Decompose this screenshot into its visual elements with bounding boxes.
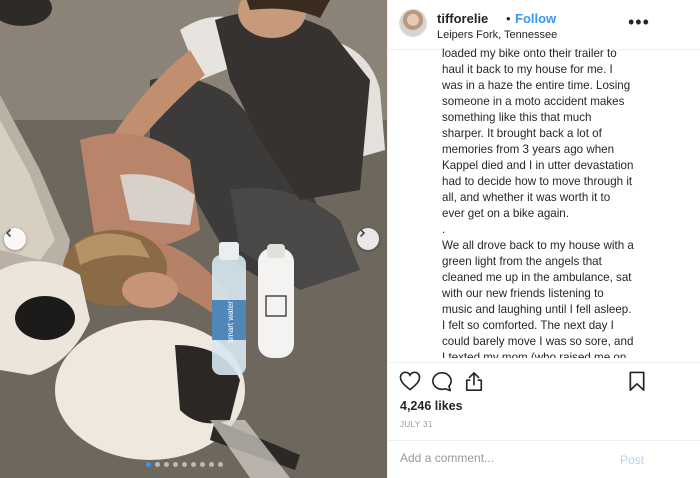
bookmark-icon [629, 371, 645, 391]
carousel-dot [191, 462, 196, 467]
like-button[interactable] [399, 371, 421, 396]
location-link[interactable]: Leipers Fork, Tennessee [437, 29, 557, 41]
post-date: JULY 31 [400, 420, 433, 429]
heart-icon [399, 371, 421, 391]
photo-scene: smart water [0, 0, 387, 478]
carousel-dot [182, 462, 187, 467]
post-comment-button[interactable]: Post [620, 453, 644, 467]
username-link[interactable]: tifforelie [437, 11, 488, 26]
chevron-left-icon [5, 228, 12, 238]
post-photo[interactable]: smart water [0, 0, 387, 478]
carousel-dot [164, 462, 169, 467]
post-caption: loaded my bike onto their trailer to hau… [442, 47, 634, 358]
comment-input[interactable] [400, 451, 600, 465]
carousel-dot [218, 462, 223, 467]
post-side-panel: tifforelie • Follow Leipers Fork, Tennes… [387, 0, 700, 478]
carousel-dot [200, 462, 205, 467]
comment-button[interactable] [431, 371, 453, 397]
share-icon [465, 372, 483, 391]
carousel-prev-button[interactable] [4, 228, 26, 250]
likes-count[interactable]: 4,246 likes [400, 399, 463, 413]
header-separator: • [506, 11, 511, 26]
chevron-right-icon [359, 228, 366, 238]
carousel-next-button[interactable] [357, 228, 379, 250]
post-header: tifforelie • Follow Leipers Fork, Tennes… [388, 0, 700, 50]
follow-button[interactable]: Follow [515, 11, 556, 26]
comment-icon [432, 372, 452, 392]
carousel-dot [155, 462, 160, 467]
avatar[interactable] [399, 9, 427, 37]
carousel-dot [173, 462, 178, 467]
carousel-indicator [146, 462, 223, 467]
save-button[interactable] [628, 371, 646, 397]
bottle-label: smart water [226, 301, 235, 343]
carousel-dot [209, 462, 214, 467]
comment-bar: Post [388, 440, 700, 478]
more-options-button[interactable]: ••• [628, 12, 650, 33]
share-button[interactable] [464, 371, 484, 397]
action-bar [388, 362, 700, 396]
carousel-dot [146, 462, 151, 467]
